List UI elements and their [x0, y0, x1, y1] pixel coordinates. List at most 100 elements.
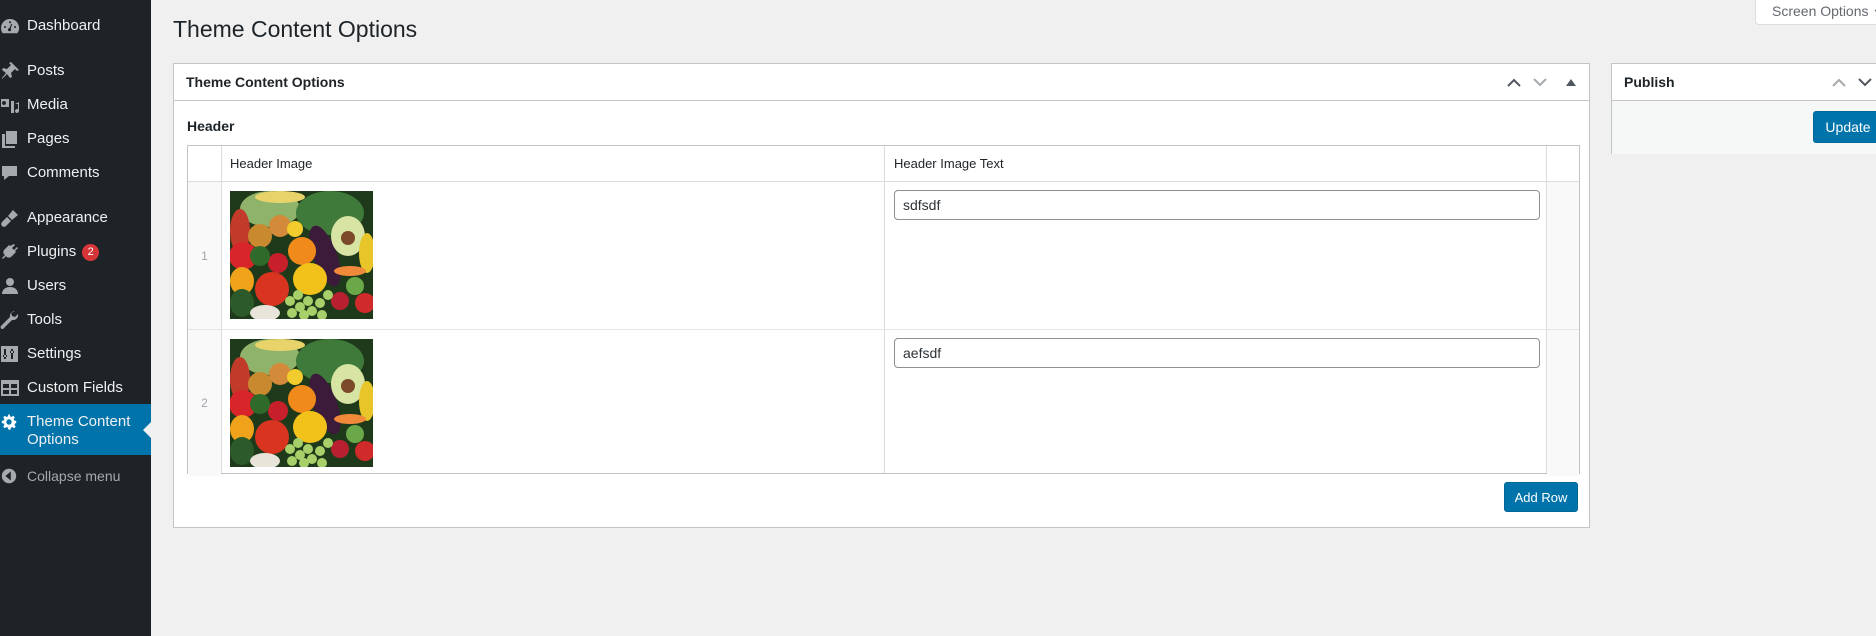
produce-shape [285, 296, 295, 306]
comment-icon [0, 163, 22, 183]
header-image-text-input[interactable] [894, 190, 1540, 220]
column-divider [221, 146, 222, 181]
header-image-text-input[interactable] [894, 338, 1540, 368]
add-row-button[interactable]: Add Row [1504, 482, 1578, 512]
produce-shape [287, 456, 297, 466]
produce-shape [331, 440, 349, 458]
produce-shape [331, 292, 349, 310]
produce-shape [334, 414, 366, 424]
produce-shape [334, 266, 366, 276]
table-row: 2 [188, 329, 1579, 476]
produce-shape [315, 298, 325, 308]
update-button[interactable]: Update [1813, 111, 1876, 143]
sidebar-item-custom-fields[interactable]: Custom Fields [0, 378, 151, 398]
produce-shape [303, 296, 313, 306]
theme-content-options-metabox: Theme Content Options Header Header Imag… [173, 63, 1590, 528]
produce-shape [341, 231, 355, 245]
metabox-handle-actions [1501, 64, 1589, 101]
sidebar-item-appearance[interactable]: Appearance [0, 208, 151, 228]
plugin-icon [0, 242, 22, 262]
chevron-down-icon [1533, 78, 1547, 87]
update-count-badge: 2 [82, 244, 100, 261]
screen-options-button[interactable]: Screen Options ▼ [1755, 0, 1876, 25]
produce-shape [323, 438, 333, 448]
sidebar-item-plugins[interactable]: Plugins 2 [0, 242, 151, 262]
move-down-button[interactable] [1852, 65, 1876, 101]
column-divider [1546, 146, 1547, 181]
produce-shape [285, 444, 295, 454]
row-order-handle[interactable]: 1 [188, 182, 221, 329]
move-up-button[interactable] [1826, 65, 1852, 101]
publish-actions: Update [1612, 101, 1876, 154]
produce-shape [303, 444, 313, 454]
produce-shape [255, 339, 305, 351]
table-header: Header Image Header Image Text [188, 146, 1579, 182]
caret-down-icon: ▼ [1873, 7, 1876, 19]
header-image-thumbnail[interactable] [230, 191, 373, 319]
toggle-panel-button[interactable] [1553, 65, 1589, 101]
produce-shape [341, 379, 355, 393]
metabox-header: Theme Content Options [174, 64, 1589, 101]
metabox-title: Theme Content Options [186, 74, 345, 90]
paintbrush-icon [0, 208, 22, 228]
table-icon [0, 378, 22, 398]
page-title: Theme Content Options [173, 16, 418, 42]
sidebar-item-theme-content-options[interactable]: Theme Content Options [0, 404, 151, 455]
produce-shape [287, 308, 297, 318]
produce-shape [293, 438, 303, 448]
collapse-menu-button[interactable]: Collapse menu [0, 466, 151, 486]
column-header-header-image: Header Image [230, 156, 313, 171]
row-actions-cell[interactable] [1547, 330, 1579, 476]
row-order-handle[interactable]: 2 [188, 330, 221, 476]
sidebar-item-tools[interactable]: Tools [0, 310, 151, 330]
produce-shape [255, 191, 305, 203]
admin-sidebar: Dashboard Posts Media Pages Comments App… [0, 0, 151, 636]
sidebar-item-posts[interactable]: Posts [0, 61, 151, 81]
triangle-up-icon [1566, 79, 1576, 86]
wrench-icon [0, 310, 22, 330]
move-down-button[interactable] [1527, 65, 1553, 101]
dashboard-icon [0, 16, 22, 36]
header-image-thumbnail[interactable] [230, 339, 373, 467]
sidebar-item-users[interactable]: Users [0, 276, 151, 296]
produce-shape [346, 425, 364, 443]
settings-sliders-icon [0, 344, 22, 364]
produce-shape [268, 401, 288, 421]
publish-metabox: Publish Update [1611, 63, 1876, 154]
vegetables-image [230, 191, 373, 319]
produce-shape [293, 290, 303, 300]
row-actions-cell[interactable] [1547, 182, 1579, 329]
produce-shape [268, 253, 288, 273]
table-row: 1 [188, 182, 1579, 329]
produce-shape [346, 277, 364, 295]
sidebar-item-settings[interactable]: Settings [0, 344, 151, 364]
gear-icon [0, 412, 22, 432]
sidebar-item-comments[interactable]: Comments [0, 163, 151, 183]
metabox-handle-actions [1826, 64, 1876, 101]
metabox-title: Publish [1624, 74, 1675, 90]
repeater-table: Header Image Header Image Text 1 2 [187, 145, 1580, 476]
chevron-up-icon [1832, 78, 1846, 87]
sidebar-item-pages[interactable]: Pages [0, 129, 151, 149]
vegetables-image [230, 339, 373, 467]
produce-shape [248, 224, 272, 248]
sidebar-item-label-line1: Theme Content [27, 413, 131, 430]
pushpin-icon [0, 61, 22, 81]
media-icon [0, 95, 22, 115]
chevron-down-icon [1858, 78, 1872, 87]
screen-options-label: Screen Options [1772, 3, 1869, 19]
move-up-button[interactable] [1501, 65, 1527, 101]
user-icon [0, 276, 22, 296]
produce-shape [250, 246, 270, 266]
column-divider [884, 146, 885, 181]
produce-shape [288, 237, 316, 265]
sidebar-item-media[interactable]: Media [0, 95, 151, 115]
produce-shape [248, 372, 272, 396]
produce-shape [287, 369, 303, 385]
metabox-header: Publish [1612, 64, 1876, 101]
produce-shape [323, 290, 333, 300]
produce-shape [255, 272, 289, 306]
produce-shape [287, 221, 303, 237]
sidebar-item-dashboard[interactable]: Dashboard [0, 16, 151, 36]
pages-icon [0, 129, 22, 149]
